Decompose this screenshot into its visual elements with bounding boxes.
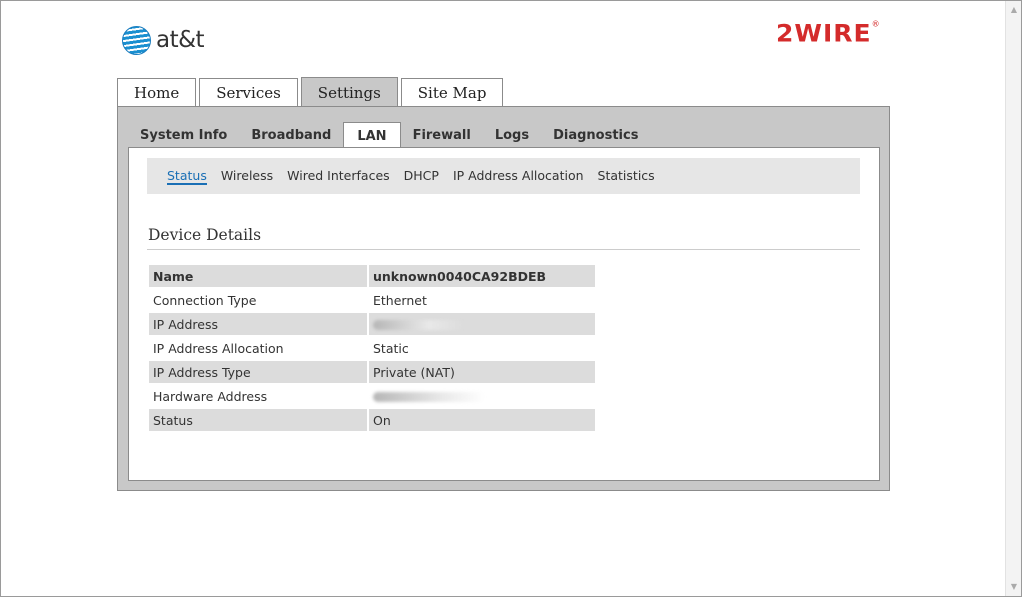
lan-link-dhcp[interactable]: DHCP	[404, 168, 439, 184]
row-value: unknown0040CA92BDEB	[367, 265, 595, 287]
tab-services[interactable]: Services	[199, 78, 298, 107]
lan-link-statistics[interactable]: Statistics	[598, 168, 655, 184]
main-nav-tabs: Home Services Settings Site Map	[117, 77, 504, 107]
lan-link-wired-interfaces[interactable]: Wired Interfaces	[287, 168, 390, 184]
table-row: IP Address Type Private (NAT)	[149, 361, 595, 383]
row-value-redacted	[367, 385, 595, 407]
subtab-diagnostics[interactable]: Diagnostics	[541, 122, 650, 148]
redacted-hardware-address	[373, 392, 485, 402]
row-key: Name	[149, 265, 367, 287]
settings-sub-tabs: System Info Broadband LAN Firewall Logs …	[128, 121, 650, 149]
table-row: IP Address Allocation Static	[149, 337, 595, 359]
device-details-table: Name unknown0040CA92BDEB Connection Type…	[149, 263, 595, 433]
row-value: On	[367, 409, 595, 431]
row-value: Ethernet	[367, 289, 595, 311]
subtab-firewall[interactable]: Firewall	[401, 122, 483, 148]
att-logo-text: at&t	[156, 27, 205, 53]
row-key: IP Address Type	[149, 361, 367, 383]
subtab-logs[interactable]: Logs	[483, 122, 541, 148]
row-key: IP Address	[149, 313, 367, 335]
row-value-redacted	[367, 313, 595, 335]
subtab-broadband[interactable]: Broadband	[239, 122, 343, 148]
subtab-lan[interactable]: LAN	[343, 122, 401, 149]
row-key: IP Address Allocation	[153, 340, 284, 356]
scroll-down-icon[interactable]: ▼	[1008, 582, 1020, 592]
row-key: Connection Type	[153, 292, 257, 308]
redacted-ip-address	[373, 320, 465, 330]
lan-content: Status Wireless Wired Interfaces DHCP IP…	[128, 147, 880, 481]
lan-link-wireless[interactable]: Wireless	[221, 168, 273, 184]
device-details-title: Device Details	[148, 226, 262, 244]
row-key: Status	[149, 409, 367, 431]
table-row: Status On	[149, 409, 595, 431]
tab-home[interactable]: Home	[117, 78, 197, 107]
tab-settings[interactable]: Settings	[300, 77, 398, 107]
lan-link-status[interactable]: Status	[167, 168, 207, 185]
2wire-logo-text: 2WIRE	[776, 19, 872, 48]
vertical-scrollbar[interactable]: ▲ ▼	[1005, 1, 1021, 596]
lan-link-ip-address-allocation[interactable]: IP Address Allocation	[453, 168, 584, 184]
tab-site-map[interactable]: Site Map	[400, 78, 504, 107]
table-row: IP Address	[149, 313, 595, 335]
att-globe-icon	[122, 25, 151, 55]
2wire-logo: 2WIRE®	[776, 20, 881, 48]
lan-subnav: Status Wireless Wired Interfaces DHCP IP…	[147, 158, 860, 194]
row-key: Hardware Address	[153, 388, 268, 404]
row-value: Private (NAT)	[367, 361, 595, 383]
subtab-system-info[interactable]: System Info	[128, 122, 239, 148]
table-row: Connection Type Ethernet	[149, 289, 595, 311]
att-logo: at&t	[122, 25, 205, 55]
row-value: Static	[367, 337, 595, 359]
section-divider	[147, 249, 860, 250]
registered-mark: ®	[871, 19, 881, 29]
table-row: Name unknown0040CA92BDEB	[149, 265, 595, 287]
table-row: Hardware Address	[149, 385, 595, 407]
scroll-up-icon[interactable]: ▲	[1008, 5, 1020, 15]
settings-panel: System Info Broadband LAN Firewall Logs …	[117, 106, 890, 491]
